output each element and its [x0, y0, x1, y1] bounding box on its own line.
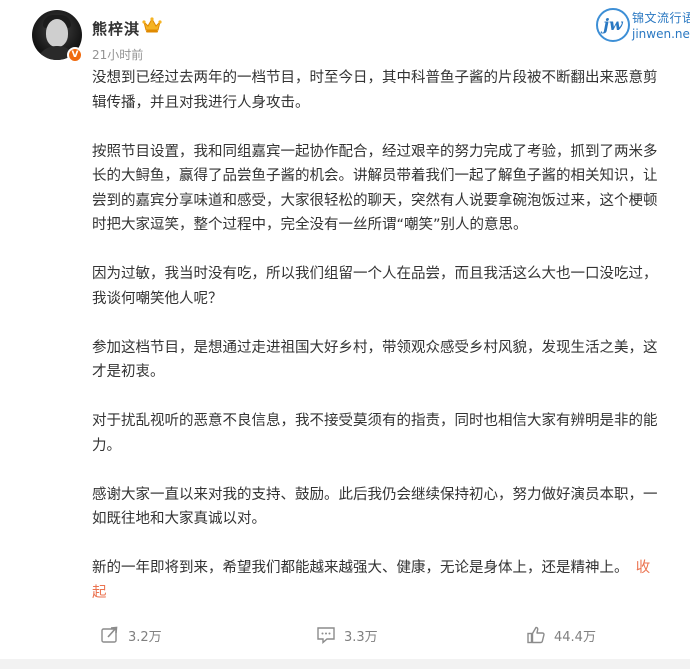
repost-count: 3.2万: [128, 629, 162, 645]
watermark-line2: jinwen.net: [632, 27, 690, 41]
comment-button[interactable]: 3.3万: [316, 620, 378, 650]
like-count: 44.4万: [554, 629, 596, 645]
like-icon: [527, 626, 545, 644]
post-paragraph-last: 新的一年即将到来，希望我们都能越来越强大、健康，无论是身体上，还是精神上。 收起: [92, 556, 662, 605]
post-paragraph-text: 新的一年即将到来，希望我们都能越来越强大、健康，无论是身体上，还是精神上。: [92, 560, 622, 576]
post-paragraph: 因为过敏，我当时没有吃，所以我们组留一个人在品尝，而且我活这么大也一口没吃过，我…: [92, 266, 658, 307]
post-timestamp[interactable]: 21小时前: [92, 46, 143, 63]
comment-count: 3.3万: [344, 629, 378, 645]
repost-icon: [101, 626, 118, 643]
verified-badge: V: [67, 47, 83, 63]
post-paragraph: 参加这档节目，是想通过走进祖国大好乡村，带领观众感受乡村风貌，发现生活之美，这才…: [92, 339, 658, 381]
avatar-face: [46, 19, 68, 47]
watermark-line1: 锦文流行语: [632, 11, 690, 25]
watermark: jw 锦文流行语 jinwen.net: [596, 8, 690, 44]
watermark-logo: jw: [596, 8, 630, 42]
username[interactable]: 熊梓淇: [92, 18, 140, 39]
bottom-divider: [0, 659, 690, 669]
post-paragraph: 没想到已经过去两年的一档节目，时至今日，其中科普鱼子酱的片段被不断翻出来恶意剪辑…: [92, 70, 658, 111]
post-paragraph: 按照节目设置，我和同组嘉宾一起协作配合，经过艰辛的努力完成了考验，抓到了两米多长…: [92, 143, 658, 234]
action-bar: 3.2万 3.3万 44.4万: [0, 620, 690, 656]
weibo-post-card: V 熊梓淇 21小时前 jw 锦文流行语 jinwen.net 没想到已经过去两…: [0, 0, 690, 669]
repost-button[interactable]: 3.2万: [100, 620, 162, 650]
like-button[interactable]: 44.4万: [526, 620, 596, 650]
post-content: 没想到已经过去两年的一档节目，时至今日，其中科普鱼子酱的片段被不断翻出来恶意剪辑…: [92, 66, 662, 605]
post-paragraph: 对于扰乱视听的恶意不良信息，我不接受莫须有的指责，同时也相信大家有辨明是非的能力…: [92, 413, 658, 454]
comment-icon: [317, 627, 335, 645]
crown-icon: [142, 17, 162, 33]
post-paragraph: 感谢大家一直以来对我的支持、鼓励。此后我仍会继续保持初心，努力做好演员本职，一如…: [92, 486, 658, 528]
